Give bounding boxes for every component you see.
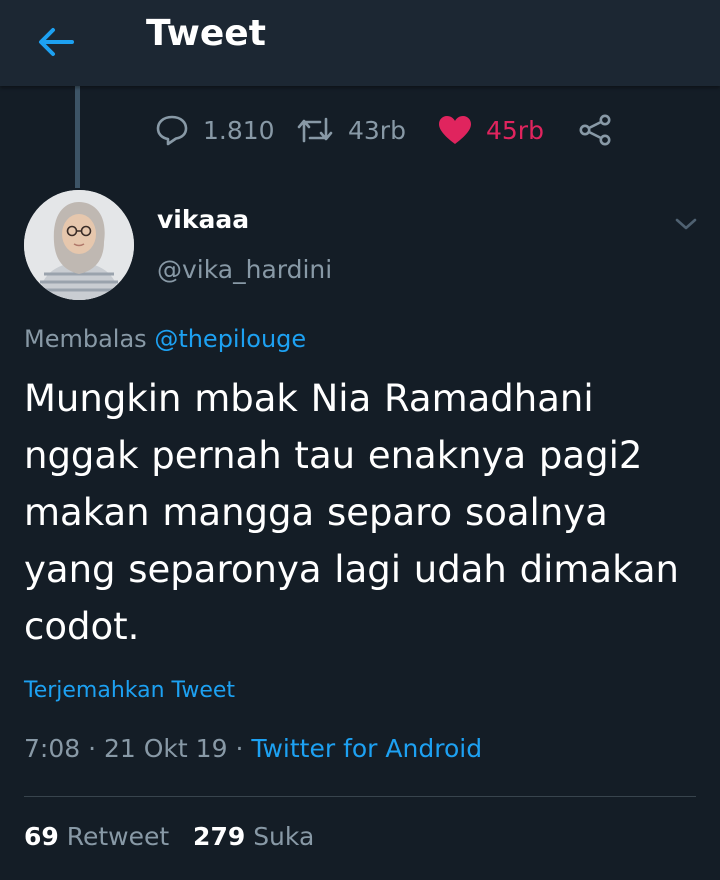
tweet-source-link[interactable]: Twitter for Android [251, 734, 482, 763]
tweet-text: Mungkin mbak Nia Ramadhani nggak pernah … [24, 377, 679, 648]
reply-bubble-icon [156, 115, 188, 146]
chevron-down-icon [675, 218, 697, 230]
reply-prefix: Membalas [24, 325, 147, 353]
share-button[interactable] [578, 104, 612, 156]
top-app-bar: Tweet [0, 0, 720, 86]
tweet-options-caret[interactable] [670, 208, 702, 240]
like-total: 279 [193, 822, 246, 851]
retweet-total-label: Retweet [66, 822, 170, 851]
display-name[interactable]: vikaaa [157, 205, 249, 234]
profile-photo [24, 190, 134, 300]
retweets-stat[interactable]: 69 Retweet [24, 822, 169, 851]
likes-stat[interactable]: 279 Suka [193, 822, 314, 851]
reply-context: Membalas @thepilouge [24, 325, 306, 353]
tweet-metadata: 7:08 · 21 Okt 19 · Twitter for Android [24, 734, 482, 763]
retweet-icon [297, 117, 333, 143]
reply-mention-link[interactable]: @thepilouge [154, 325, 306, 353]
translate-tweet-link[interactable]: Terjemahkan Tweet [24, 678, 235, 703]
reply-button[interactable]: 1.810 [155, 104, 275, 156]
heart-icon [439, 116, 471, 144]
like-button[interactable]: 45rb [438, 104, 544, 156]
divider [24, 796, 696, 797]
retweet-button[interactable]: 43rb [296, 104, 406, 156]
reply-count: 1.810 [203, 115, 275, 145]
avatar[interactable] [24, 190, 134, 300]
like-count: 45rb [486, 115, 544, 145]
back-button[interactable] [30, 16, 82, 68]
engagement-stats: 69 Retweet 279 Suka [24, 822, 314, 851]
like-total-label: Suka [253, 822, 315, 851]
page-title: Tweet [146, 13, 266, 54]
meta-separator: · [88, 734, 97, 763]
retweet-count: 43rb [348, 115, 406, 145]
share-icon [579, 114, 611, 146]
parent-tweet-action-bar: 1.810 43rb 45rb [0, 104, 720, 156]
tweet-time: 7:08 [24, 734, 81, 763]
meta-separator: · [235, 734, 244, 763]
tweet-date: 21 Okt 19 [104, 734, 228, 763]
user-handle[interactable]: @vika_hardini [157, 255, 332, 284]
arrow-left-icon [39, 28, 74, 56]
retweet-total: 69 [24, 822, 59, 851]
